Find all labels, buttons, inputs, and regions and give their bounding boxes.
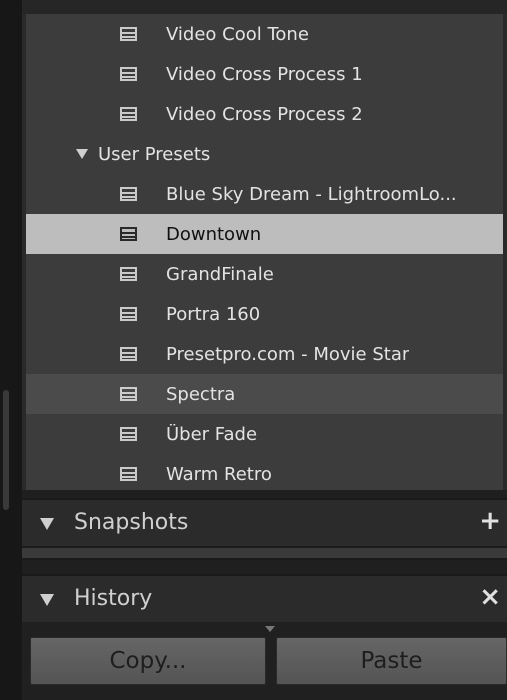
preset-label: Presetpro.com - Movie Star bbox=[166, 343, 410, 365]
preset-label: GrandFinale bbox=[166, 263, 274, 285]
preset-item-uber-fade[interactable]: Über Fade bbox=[26, 414, 507, 454]
panel-border bbox=[503, 14, 507, 490]
snapshots-header[interactable]: Snapshots + bbox=[22, 498, 507, 546]
folder-label: User Presets bbox=[98, 143, 211, 165]
copy-button[interactable]: Copy... bbox=[30, 637, 266, 685]
disclosure-triangle-icon[interactable] bbox=[76, 149, 88, 159]
preset-item-grandfinale[interactable]: GrandFinale bbox=[26, 254, 507, 294]
preset-icon bbox=[120, 107, 137, 121]
top-edge bbox=[22, 0, 507, 14]
preset-icon bbox=[120, 427, 137, 441]
snapshots-title: Snapshots bbox=[74, 510, 189, 535]
preset-label: Video Cross Process 2 bbox=[166, 103, 363, 125]
preset-item-warm-retro[interactable]: Warm Retro bbox=[26, 454, 507, 490]
clear-history-close-icon[interactable]: × bbox=[479, 582, 501, 612]
presets-list: Video Cool Tone Video Cross Process 1 Vi… bbox=[22, 14, 507, 490]
preset-icon bbox=[120, 227, 137, 241]
preset-icon bbox=[120, 27, 137, 41]
preset-label: Blue Sky Dream - LightroomLo... bbox=[166, 183, 457, 205]
history-header[interactable]: History × bbox=[22, 574, 507, 622]
preset-icon bbox=[120, 467, 137, 481]
preset-item-portra-160[interactable]: Portra 160 bbox=[26, 294, 507, 334]
panel-scrollbar-thumb[interactable] bbox=[3, 390, 9, 510]
panel-divider bbox=[22, 560, 507, 574]
preset-label: Video Cool Tone bbox=[166, 23, 309, 45]
preset-item-video-cross-process-1[interactable]: Video Cross Process 1 bbox=[26, 54, 507, 94]
disclosure-triangle-icon[interactable] bbox=[40, 518, 54, 530]
preset-icon bbox=[120, 387, 137, 401]
preset-label: Spectra bbox=[166, 383, 236, 405]
add-snapshot-plus-icon[interactable]: + bbox=[479, 506, 501, 536]
preset-label: Über Fade bbox=[166, 423, 258, 445]
preset-item-spectra[interactable]: Spectra bbox=[26, 374, 507, 414]
preset-label: Downtown bbox=[166, 223, 262, 245]
preset-item-video-cross-process-2[interactable]: Video Cross Process 2 bbox=[26, 94, 507, 134]
preset-icon bbox=[120, 67, 137, 81]
preset-icon bbox=[120, 347, 137, 361]
panel-resize-notch-icon[interactable] bbox=[265, 626, 275, 632]
history-title: History bbox=[74, 586, 153, 611]
snapshots-list bbox=[22, 546, 507, 560]
left-edge-strip bbox=[0, 0, 22, 700]
preset-icon bbox=[120, 187, 137, 201]
preset-label: Warm Retro bbox=[166, 463, 272, 485]
preset-icon bbox=[120, 307, 137, 321]
preset-icon bbox=[120, 267, 137, 281]
lightroom-left-panel: Video Cool Tone Video Cross Process 1 Vi… bbox=[0, 0, 507, 700]
preset-item-downtown[interactable]: Downtown bbox=[26, 214, 507, 254]
preset-folder-user-presets[interactable]: User Presets bbox=[26, 134, 507, 174]
preset-item-video-cool-tone[interactable]: Video Cool Tone bbox=[26, 14, 507, 54]
disclosure-triangle-icon[interactable] bbox=[40, 594, 54, 606]
preset-item-movie-star[interactable]: Presetpro.com - Movie Star bbox=[26, 334, 507, 374]
preset-item-blue-sky-dream[interactable]: Blue Sky Dream - LightroomLo... bbox=[26, 174, 507, 214]
preset-label: Portra 160 bbox=[166, 303, 261, 325]
preset-label: Video Cross Process 1 bbox=[166, 63, 363, 85]
paste-button[interactable]: Paste bbox=[276, 637, 507, 685]
